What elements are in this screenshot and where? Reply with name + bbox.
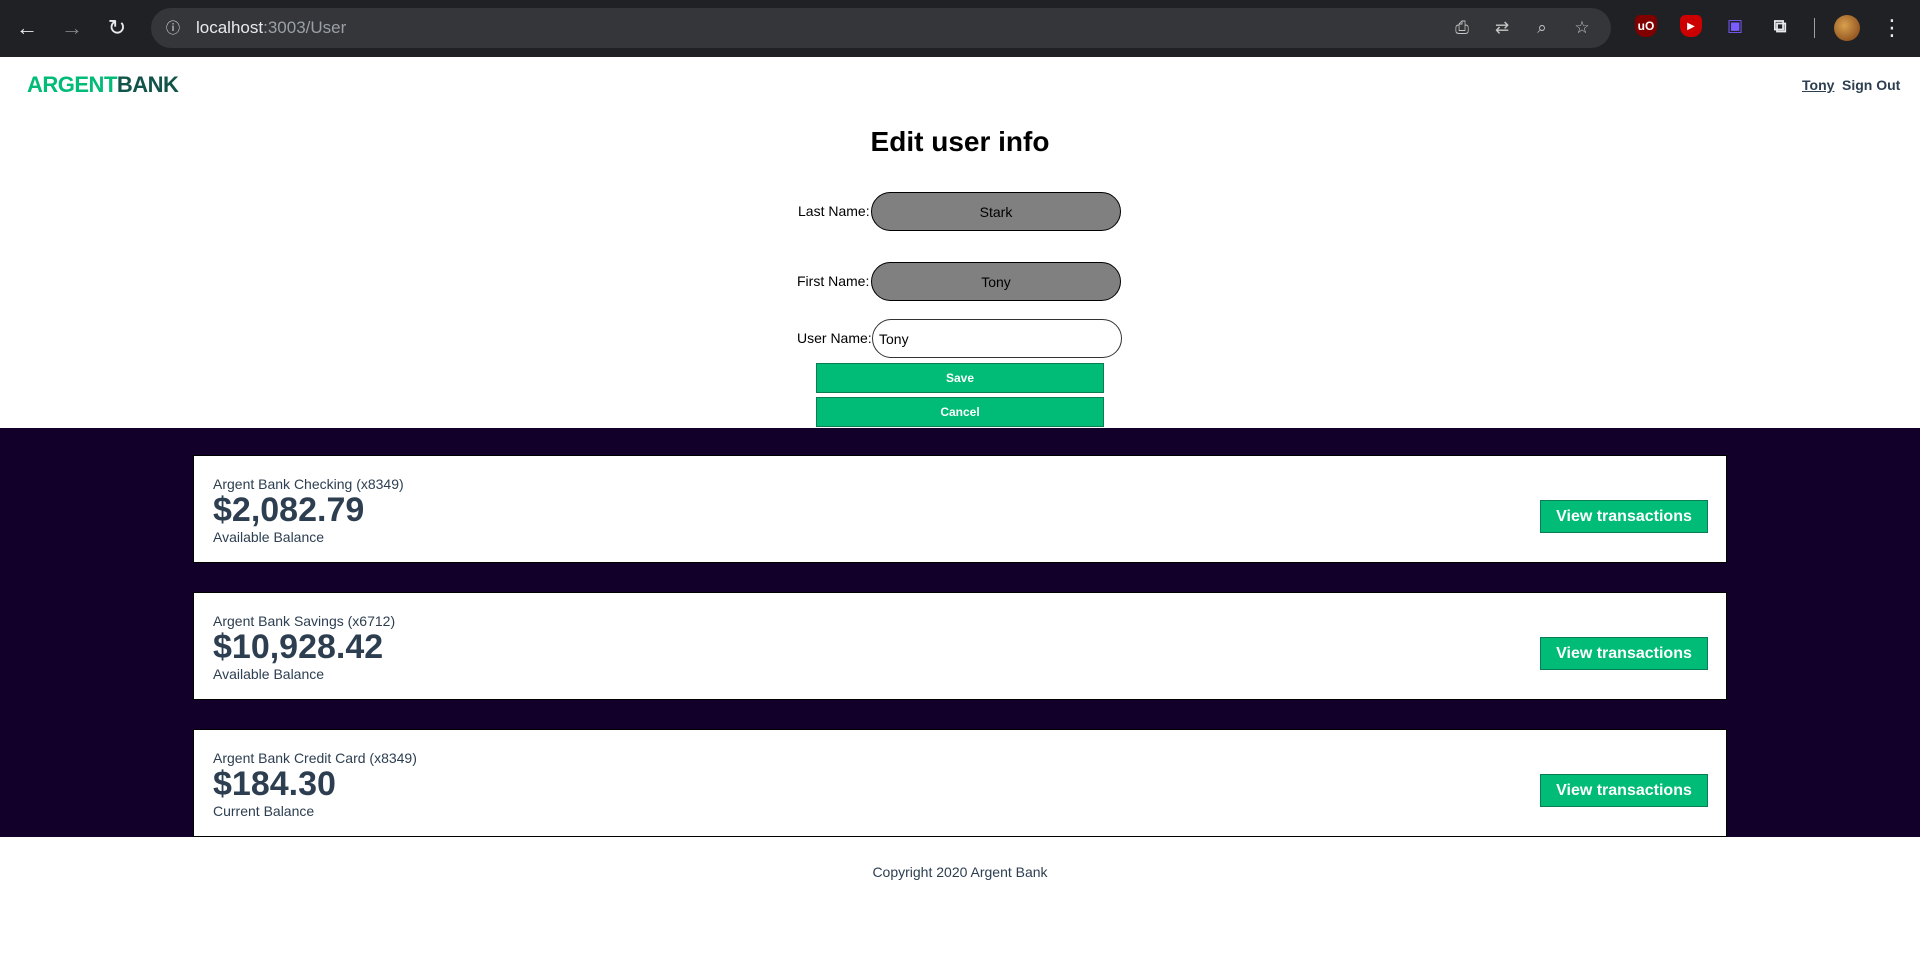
view-transactions-button[interactable]: View transactions <box>1540 637 1708 670</box>
account-card-checking: Argent Bank Checking (x8349) $2,082.79 A… <box>193 455 1727 563</box>
url-text[interactable]: localhost:3003/User <box>196 18 346 38</box>
bookmark-star-icon[interactable]: ☆ <box>1571 17 1593 39</box>
cancel-button[interactable]: Cancel <box>816 397 1104 427</box>
account-amount-description: Current Balance <box>213 803 315 819</box>
user-name-input[interactable]: Tony <box>872 319 1122 358</box>
accounts-section: Argent Bank Checking (x8349) $2,082.79 A… <box>0 428 1920 837</box>
zoom-icon[interactable]: ⌕ <box>1531 17 1553 39</box>
view-transactions-button[interactable]: View transactions <box>1540 774 1708 807</box>
account-amount: $184.30 <box>213 765 336 803</box>
first-name-field[interactable]: Tony <box>871 262 1121 301</box>
save-button[interactable]: Save <box>816 363 1104 393</box>
menu-kebab-icon[interactable]: ⋮ <box>1880 12 1904 44</box>
reload-icon[interactable]: ↻ <box>101 12 133 44</box>
account-amount-description: Available Balance <box>213 666 325 682</box>
extensions-puzzle-icon[interactable]: ⧉ <box>1769 15 1791 37</box>
ublock-extension-icon[interactable]: uO <box>1635 15 1657 37</box>
sign-out-link[interactable]: Sign Out <box>1842 77 1900 93</box>
toolbar-separator <box>1814 18 1815 38</box>
video-extension-icon[interactable]: ▶ <box>1680 15 1702 37</box>
view-transactions-button[interactable]: View transactions <box>1540 500 1708 533</box>
account-title: Argent Bank Savings (x6712) <box>213 613 396 629</box>
translate-icon[interactable]: ⇄ <box>1491 17 1513 39</box>
last-name-label: Last Name: <box>798 203 870 219</box>
account-title: Argent Bank Credit Card (x8349) <box>213 750 417 766</box>
twitch-extension-icon[interactable]: ▣ <box>1724 15 1746 37</box>
app-header: ARGENTBANK Tony Sign Out <box>0 57 1920 110</box>
last-name-field[interactable]: Stark <box>871 192 1121 231</box>
site-info-icon[interactable]: ⓘ <box>161 16 185 40</box>
argent-bank-logo[interactable]: ARGENTBANK <box>27 72 179 98</box>
account-amount: $2,082.79 <box>213 491 365 529</box>
back-arrow-icon[interactable]: ← <box>11 12 43 44</box>
user-profile-link[interactable]: Tony <box>1802 77 1834 93</box>
browser-toolbar: ← → ↻ ⓘ localhost:3003/User ⎙ ⇄ ⌕ ☆ uO ▶… <box>0 0 1920 57</box>
footer-copyright: Copyright 2020 Argent Bank <box>872 864 1048 880</box>
address-bar[interactable]: ⓘ localhost:3003/User ⎙ ⇄ ⌕ ☆ <box>151 8 1611 48</box>
account-amount: $10,928.42 <box>213 628 384 666</box>
account-card-savings: Argent Bank Savings (x6712) $10,928.42 A… <box>193 592 1727 700</box>
account-card-credit: Argent Bank Credit Card (x8349) $184.30 … <box>193 729 1727 837</box>
first-name-label: First Name: <box>797 273 870 289</box>
account-amount-description: Available Balance <box>213 529 325 545</box>
forward-arrow-icon[interactable]: → <box>56 12 88 44</box>
profile-avatar[interactable] <box>1834 15 1860 41</box>
user-name-label: User Name: <box>797 330 872 346</box>
account-title: Argent Bank Checking (x8349) <box>213 476 404 492</box>
edit-user-title: Edit user info <box>870 126 1050 157</box>
install-app-icon[interactable]: ⎙ <box>1451 17 1473 39</box>
